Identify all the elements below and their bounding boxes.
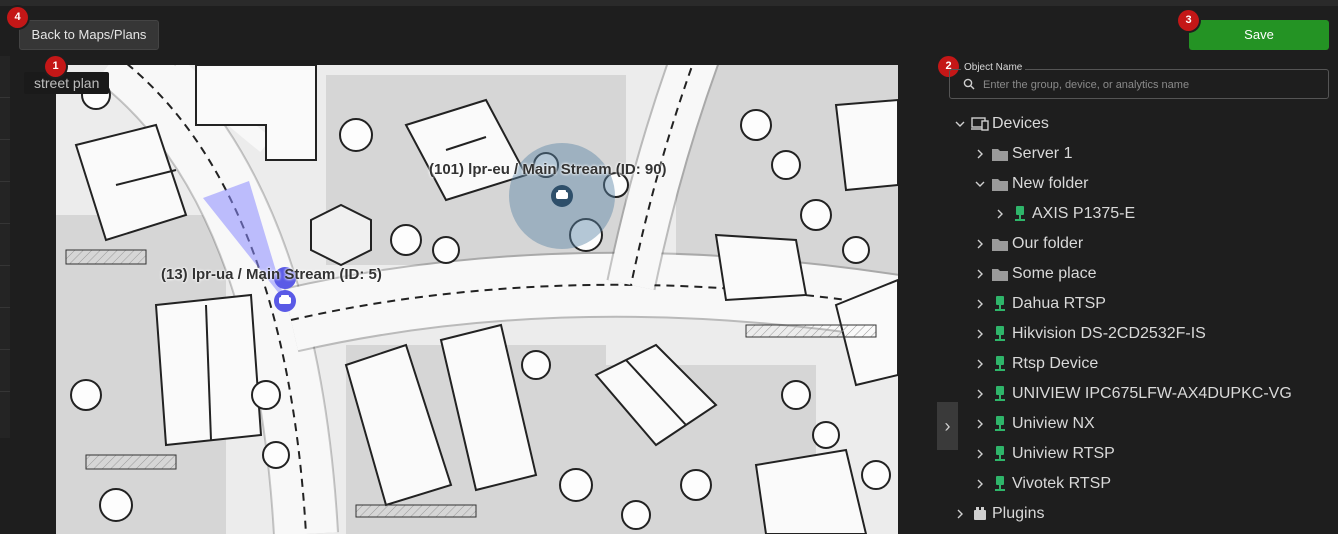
camera-icon — [990, 354, 1010, 374]
map-name-label: street plan — [24, 72, 110, 94]
tree-node-label: Plugins — [992, 505, 1045, 522]
tree-node[interactable]: Dahua RTSP — [970, 290, 1106, 318]
tree-node-label: Dahua RTSP — [1012, 295, 1106, 312]
tree-node[interactable]: AXIS P1375-E — [990, 200, 1135, 228]
step-badge: 3 — [1178, 10, 1199, 31]
devices-icon — [970, 114, 990, 134]
camera-label: (101) lpr-eu / Main Stream (ID: 90) — [429, 161, 667, 178]
chevron-right-icon[interactable] — [950, 504, 970, 524]
tree-node[interactable]: New folder — [970, 170, 1088, 198]
tree-node-label: Rtsp Device — [1012, 355, 1099, 372]
plugin-icon — [970, 504, 990, 524]
chevron-right-icon[interactable] — [970, 144, 990, 164]
tree-node-label: AXIS P1375-E — [1032, 205, 1136, 222]
search-input[interactable] — [981, 76, 1321, 94]
folder-icon — [990, 174, 1010, 194]
camera-icon — [990, 294, 1010, 314]
folder-icon — [990, 234, 1010, 254]
search-icon — [963, 78, 975, 90]
tree-node[interactable]: Some place — [970, 260, 1097, 288]
chevron-right-icon[interactable] — [970, 294, 990, 314]
chevron-right-icon[interactable] — [970, 354, 990, 374]
tree-node-label: New folder — [1012, 175, 1089, 192]
camera-90-marker[interactable] — [551, 185, 573, 207]
tree-node[interactable]: Vivotek RTSP — [970, 470, 1111, 498]
tree-node-label: Server 1 — [1012, 145, 1073, 162]
chevron-right-icon[interactable] — [970, 264, 990, 284]
chevron-right-icon[interactable] — [970, 444, 990, 464]
chevron-right-icon[interactable] — [970, 414, 990, 434]
tree-node-label: Our folder — [1012, 235, 1084, 252]
folder-icon — [990, 144, 1010, 164]
chevron-right-icon[interactable] — [970, 474, 990, 494]
tree-node[interactable]: UNIVIEW IPC675LFW-AX4DUPKC-VG — [970, 380, 1292, 408]
map-canvas[interactable]: (101) lpr-eu / Main Stream (ID: 90) (13)… — [56, 65, 898, 534]
tree-node-label: UNIVIEW IPC675LFW-AX4DUPKC-VG — [1012, 385, 1292, 402]
camera-icon — [990, 414, 1010, 434]
tree-node[interactable]: Uniview RTSP — [970, 440, 1115, 468]
chevron-down-icon[interactable] — [970, 174, 990, 194]
top-strip — [0, 0, 1338, 6]
save-button[interactable]: Save — [1189, 20, 1329, 50]
object-name-legend: Object Name — [961, 62, 1026, 73]
camera-icon — [990, 444, 1010, 464]
chevron-right-icon[interactable] — [970, 324, 990, 344]
tree-node-plugins[interactable]: Plugins — [950, 500, 1044, 528]
camera-label: (13) lpr-ua / Main Stream (ID: 5) — [161, 266, 382, 283]
tree-node-label: Uniview NX — [1012, 415, 1095, 432]
tree-node[interactable]: Hikvision DS-2CD2532F-IS — [970, 320, 1206, 348]
chevron-right-icon[interactable] — [970, 234, 990, 254]
chevron-down-icon[interactable] — [950, 114, 970, 134]
left-rail — [0, 56, 10, 438]
tree-node[interactable]: Server 1 — [970, 140, 1072, 168]
camera-icon — [990, 474, 1010, 494]
back-to-maps-button[interactable]: Back to Maps/Plans — [19, 20, 159, 50]
camera-icon — [1010, 204, 1030, 224]
street-plan-map — [56, 65, 898, 534]
tree-node-label: Uniview RTSP — [1012, 445, 1115, 462]
tree-node[interactable]: Uniview NX — [970, 410, 1095, 438]
chevron-right-icon[interactable] — [970, 384, 990, 404]
tree-node-devices[interactable]: Devices — [950, 110, 1049, 138]
chevron-right-icon[interactable] — [990, 204, 1010, 224]
tree-node[interactable]: Rtsp Device — [970, 350, 1098, 378]
folder-icon — [990, 264, 1010, 284]
camera-icon — [990, 384, 1010, 404]
camera-icon — [990, 324, 1010, 344]
tree-node-label: Devices — [992, 115, 1049, 132]
expand-panel-button[interactable]: › — [937, 402, 958, 450]
step-badge: 4 — [7, 7, 28, 28]
tree-node[interactable]: Our folder — [970, 230, 1083, 258]
tree-node-label: Vivotek RTSP — [1012, 475, 1112, 492]
step-badge: 1 — [45, 56, 66, 77]
tree-node-label: Some place — [1012, 265, 1097, 282]
tree-node-label: Hikvision DS-2CD2532F-IS — [1012, 325, 1206, 342]
